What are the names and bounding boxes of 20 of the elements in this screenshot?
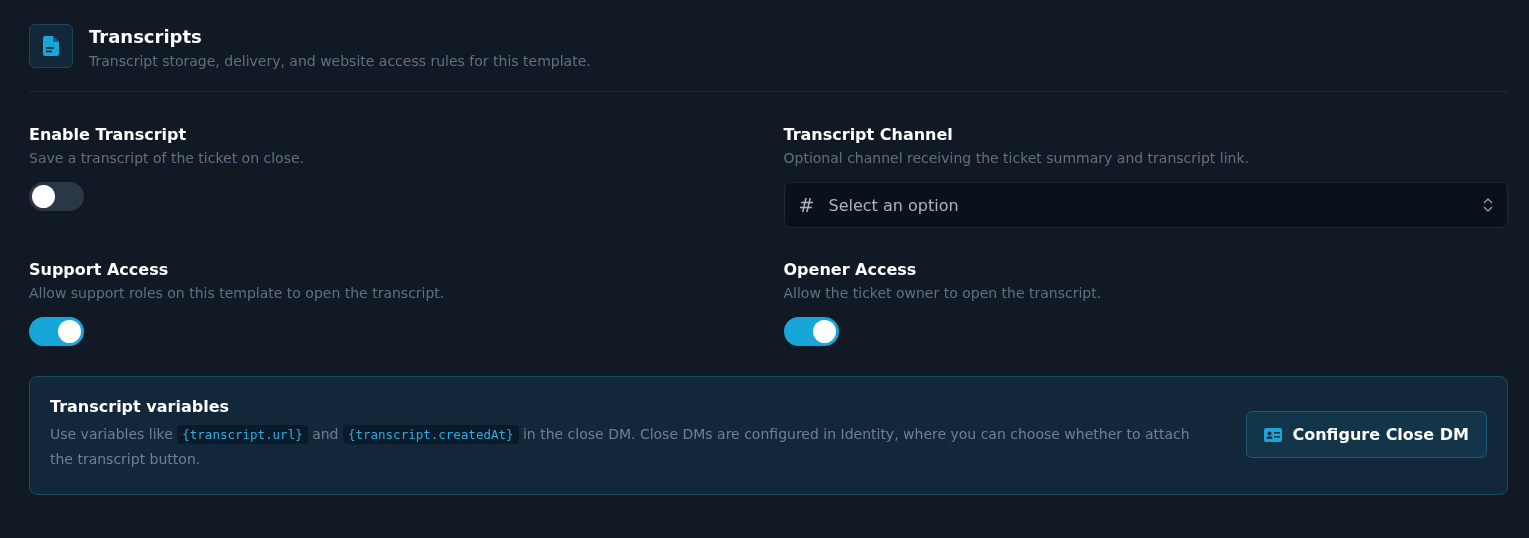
field-description: Optional channel receiving the ticket summary and transcript link. (783, 150, 1250, 166)
channel-select[interactable]: # Select an option (783, 182, 1508, 228)
toggle-switch[interactable] (29, 182, 84, 211)
section-subtitle: Transcript storage, delivery, and website access rules for this template. (89, 53, 591, 69)
card-text: Use variables like {transcript.url} and {transcript.createdAt} in the close DM. Close DMs are configured in Identity, where you can choose whether to attach the transcript button. (50, 424, 1191, 469)
field-description: Save a transcript of the ticket on close. (29, 150, 305, 166)
id-card-icon (1264, 427, 1283, 442)
field-label: Enable Transcript (29, 125, 188, 144)
chevrons-icon (1483, 197, 1493, 213)
section-title: Transcripts (89, 26, 203, 47)
field-description: Allow the ticket owner to open the transcript. (783, 285, 1103, 301)
card-title: Transcript variables (50, 397, 230, 416)
field-label: Support Access (29, 260, 170, 279)
toggle-switch[interactable] (29, 317, 84, 346)
field-description: Allow support roles on this template to open the transcript. (29, 285, 446, 301)
configure-button[interactable]: Configure Close DM (1246, 411, 1487, 458)
field-label: Transcript Channel (783, 125, 954, 144)
document-icon (43, 36, 59, 56)
field-label: Opener Access (783, 260, 918, 279)
toggle-switch[interactable] (783, 317, 839, 346)
